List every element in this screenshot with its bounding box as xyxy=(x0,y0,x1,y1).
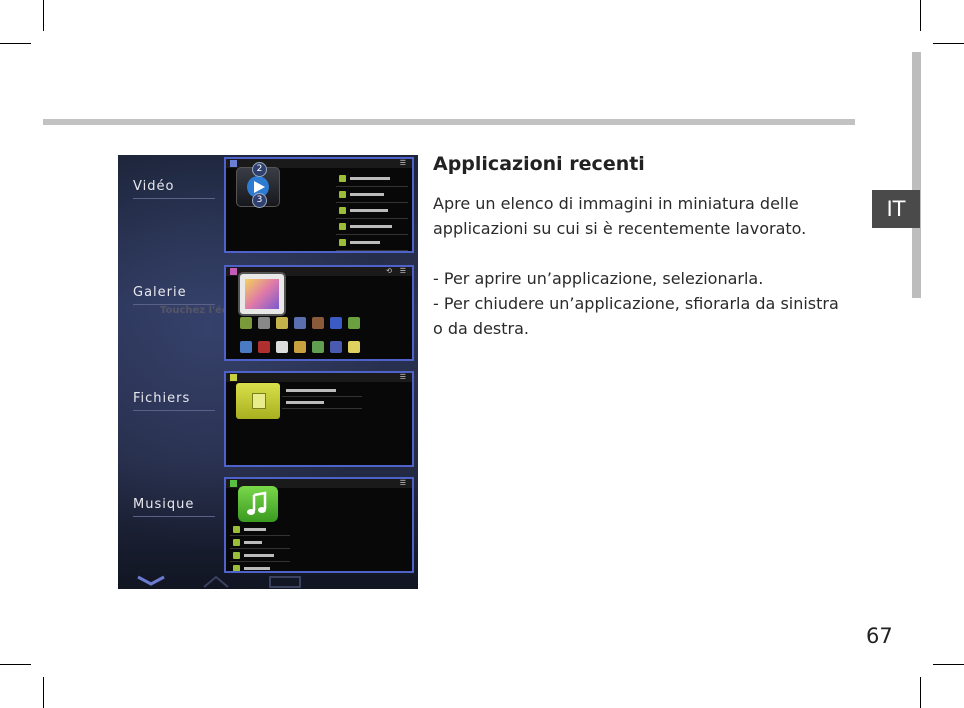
thumbnail-row xyxy=(240,341,360,353)
list-row xyxy=(336,235,408,251)
menu-item-fichiers: Fichiers xyxy=(133,391,215,411)
music-app-icon xyxy=(238,486,278,522)
files-list-panel xyxy=(282,385,362,409)
menu-icon: ☰ xyxy=(399,479,406,487)
article-step-close: - Per chiudere un’applicazione, sfiorarl… xyxy=(433,294,839,338)
menu-item-video: Vidéo xyxy=(133,179,215,199)
recent-apps-screenshot: Vidéo Galerie Touchez l'éc Fichiers Musi… xyxy=(118,155,418,589)
gallery-app-icon xyxy=(238,272,286,316)
crop-mark xyxy=(933,43,964,44)
crop-mark xyxy=(920,677,921,708)
share-icon: ⟲ xyxy=(386,267,392,275)
page-number: 67 xyxy=(866,624,893,648)
video-small-icon xyxy=(230,160,237,167)
article-body: Applicazioni recenti Apre un elenco di i… xyxy=(433,153,843,341)
menu-item-galerie: Galerie xyxy=(133,285,215,305)
list-row xyxy=(230,523,290,536)
article-intro: Apre un elenco di immagini in miniatura … xyxy=(433,194,807,238)
crop-mark xyxy=(43,0,44,31)
crop-mark xyxy=(0,664,31,665)
crop-mark xyxy=(933,664,964,665)
menu-item-musique: Musique xyxy=(133,497,215,517)
list-row xyxy=(282,385,362,397)
header-rule xyxy=(43,119,855,125)
list-row xyxy=(336,171,408,187)
thumbnail-row xyxy=(240,317,360,329)
ghost-text: Touchez l'éc xyxy=(160,305,228,316)
menu-icon: ☰ xyxy=(399,373,406,381)
list-row xyxy=(230,562,290,571)
card-title-bar: ☰ xyxy=(226,373,412,382)
list-row xyxy=(282,397,362,409)
list-row xyxy=(230,549,290,562)
list-row xyxy=(230,536,290,549)
side-bar xyxy=(912,52,921,298)
crop-mark xyxy=(0,43,31,44)
navigation-bar xyxy=(118,573,418,589)
language-tab: IT xyxy=(872,190,920,228)
music-small-icon xyxy=(230,480,237,487)
files-small-icon xyxy=(230,374,237,381)
video-list-panel xyxy=(336,171,408,251)
crop-mark xyxy=(920,0,921,31)
video-badge-3: 3 xyxy=(252,193,267,208)
list-row xyxy=(336,187,408,203)
navigation-icons xyxy=(137,575,301,588)
music-list-panel xyxy=(230,523,290,571)
files-app-icon xyxy=(236,383,280,419)
gallery-small-icon xyxy=(230,268,237,275)
article-heading: Applicazioni recenti xyxy=(433,153,645,175)
music-note-icon xyxy=(247,491,267,515)
gallery-image-icon xyxy=(245,279,279,309)
crop-mark xyxy=(43,677,44,708)
document-icon xyxy=(252,393,266,409)
menu-icon: ☰ xyxy=(399,267,406,275)
list-row xyxy=(336,219,408,235)
article-step-open: - Per aprire un’applicazione, selezionar… xyxy=(433,269,764,288)
video-badge-2: 2 xyxy=(252,162,267,177)
menu-icon: ☰ xyxy=(399,159,406,167)
list-row xyxy=(336,203,408,219)
